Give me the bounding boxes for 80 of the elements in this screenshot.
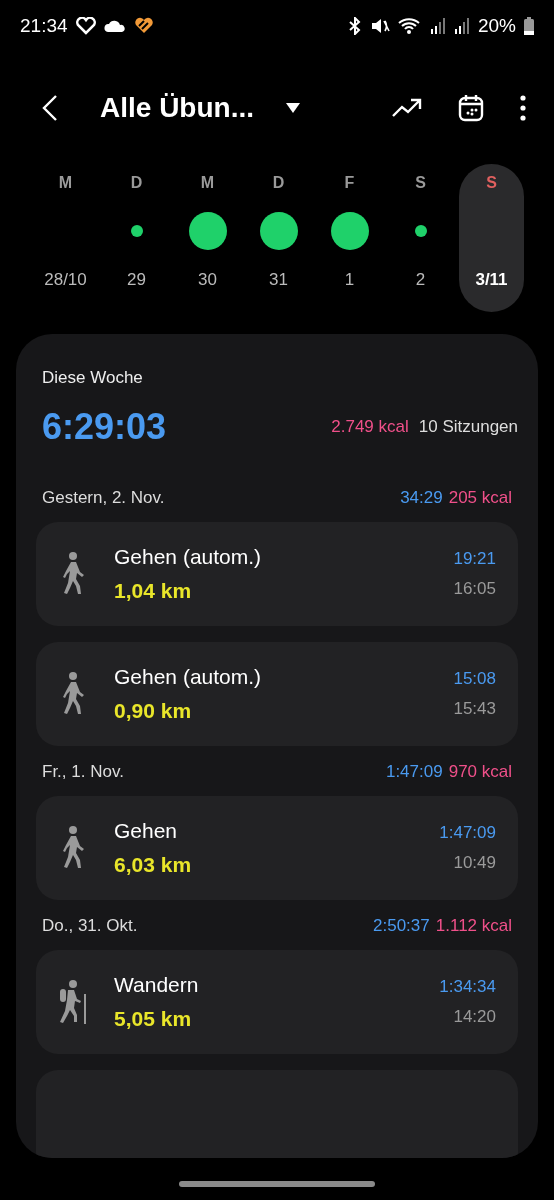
more-icon — [520, 95, 526, 121]
activity-duration: 1:34:34 — [439, 977, 496, 997]
day-date: 3/11 — [475, 270, 508, 290]
heart-icon — [75, 17, 96, 35]
start-time: 16:05 — [453, 579, 496, 599]
weekday-label: D — [272, 174, 285, 192]
activity-duration: 19:21 — [453, 549, 496, 569]
activity-name: Gehen — [114, 819, 179, 843]
activity-distance: 5,05 km — [114, 1007, 193, 1031]
caret-icon — [286, 103, 300, 113]
weekday-label: F — [344, 174, 355, 192]
battery-percentage: 20% — [477, 15, 516, 37]
day-heading: Do., 31. Okt. — [42, 916, 139, 936]
activity-card[interactable]: Wandern 5,05 km 1:34:34 14:20 — [36, 950, 518, 1054]
weekday-label: S — [415, 174, 426, 192]
day-item[interactable]: M 30 — [175, 164, 240, 312]
signal-icon — [429, 17, 446, 35]
day-date: 29 — [127, 270, 146, 290]
walking-person-icon — [60, 672, 86, 716]
day-item[interactable]: M 28/10 — [33, 164, 98, 312]
day-date: 30 — [198, 270, 217, 290]
wifi-icon — [397, 17, 422, 35]
muted-speaker-icon — [369, 17, 390, 35]
page-title[interactable]: Alle Übun... — [100, 92, 254, 124]
activity-duration: 1:47:09 — [439, 823, 496, 843]
clock: 21:34 — [20, 15, 68, 37]
back-icon — [42, 94, 58, 122]
hiking-person-icon — [57, 980, 89, 1024]
day-date: 28/10 — [44, 270, 87, 290]
weekday-label: D — [130, 174, 143, 192]
activity-name: Gehen (autom.) — [114, 665, 263, 689]
day-date: 31 — [269, 270, 288, 290]
total-duration: 6:29:03 — [42, 406, 167, 448]
total-calories: 2.749 kcal — [331, 417, 409, 437]
activity-name: Gehen (autom.) — [114, 545, 263, 569]
start-time: 15:43 — [453, 699, 496, 719]
day-item[interactable]: F 1 — [317, 164, 382, 312]
activity-distance: 0,90 km — [114, 699, 193, 723]
session-count: 10 Sitzungen — [418, 417, 518, 437]
walking-person-icon — [60, 826, 86, 870]
day-item[interactable]: S 2 — [388, 164, 453, 312]
day-duration: 2:50:37 — [373, 916, 430, 936]
heart-icon — [133, 17, 154, 35]
day-item[interactable]: D 31 — [246, 164, 311, 312]
trend-arrow-icon — [392, 98, 422, 118]
activity-distance: 1,04 km — [114, 579, 193, 603]
weekday-label: M — [58, 174, 73, 192]
signal-icon — [453, 17, 470, 35]
day-calories: 1.112 kcal — [435, 916, 512, 936]
activity-dot — [414, 225, 427, 237]
day-date: 1 — [344, 270, 355, 290]
bluetooth-icon — [347, 17, 362, 35]
day-duration: 34:29 — [400, 488, 443, 508]
activity-dot — [330, 212, 369, 250]
activity-dot — [188, 212, 227, 250]
activity-distance: 6,03 km — [114, 853, 193, 877]
day-duration: 1:47:09 — [385, 762, 443, 782]
walking-person-icon — [60, 552, 86, 596]
day-item[interactable]: S 3/11 — [459, 164, 524, 312]
start-time: 10:49 — [453, 853, 496, 873]
activity-card[interactable]: Gehen 6,03 km 1:47:09 10:49 — [36, 796, 518, 900]
weekday-label: S — [486, 174, 497, 192]
activity-dot — [130, 225, 143, 237]
activity-card[interactable]: Gehen (autom.) 1,04 km 19:21 16:05 — [36, 522, 518, 626]
activity-name: Wandern — [114, 973, 200, 997]
calendar-icon — [458, 94, 484, 122]
activity-dot — [259, 212, 298, 250]
activity-card[interactable]: Gehen (autom.) 0,90 km 15:08 15:43 — [36, 642, 518, 746]
activity-duration: 15:08 — [453, 669, 496, 689]
battery-icon — [524, 17, 534, 35]
weekday-label: M — [200, 174, 215, 192]
day-date: 2 — [415, 270, 426, 290]
day-heading: Fr., 1. Nov. — [42, 762, 125, 782]
day-item[interactable]: D 29 — [104, 164, 169, 312]
day-calories: 205 kcal — [448, 488, 512, 508]
day-heading: Gestern, 2. Nov. — [42, 488, 166, 508]
cloud-icon — [103, 19, 126, 33]
week-label: Diese Woche — [42, 368, 144, 388]
start-time: 14:20 — [453, 1007, 496, 1027]
day-calories: 970 kcal — [448, 762, 512, 782]
